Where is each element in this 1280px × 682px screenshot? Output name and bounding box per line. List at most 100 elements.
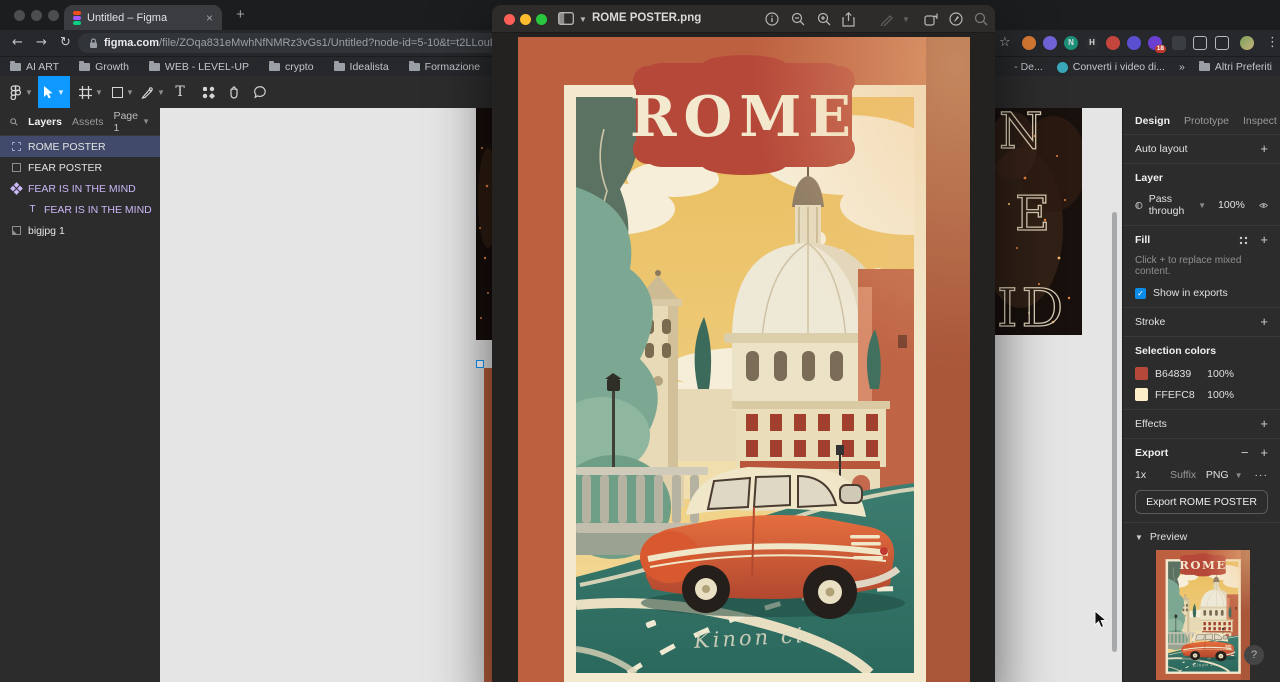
close-icon[interactable] <box>504 14 515 25</box>
tab-inspect[interactable]: Inspect <box>1243 115 1277 127</box>
canvas-scrollbar[interactable] <box>1112 212 1117 652</box>
add-effect-icon[interactable]: + <box>1260 419 1268 429</box>
bookmark-item[interactable]: Idealista <box>334 61 389 73</box>
add-stroke-icon[interactable]: + <box>1260 317 1268 327</box>
chevron-down-icon[interactable]: ▼ <box>579 15 587 24</box>
extension-key-icon[interactable] <box>1106 36 1120 50</box>
info-icon[interactable] <box>765 12 779 31</box>
rome-poster-image[interactable] <box>518 37 970 682</box>
side-panel-icon[interactable] <box>1215 36 1229 50</box>
selection-handle[interactable] <box>476 360 484 368</box>
extension-icon-2[interactable] <box>1043 36 1057 50</box>
bookmark-item[interactable]: crypto <box>269 61 314 73</box>
pen-tool-button[interactable]: ▼ <box>138 76 168 108</box>
blend-mode-icon[interactable] <box>1135 200 1143 211</box>
bookmark-item[interactable]: Growth <box>79 61 129 73</box>
bookmark-item[interactable]: AI ART <box>10 61 59 73</box>
color-hex[interactable]: B64839 <box>1155 368 1191 380</box>
layer-row-fear-poster[interactable]: FEAR POSTER <box>0 157 160 178</box>
bookmark-item[interactable]: Formazione <box>409 61 480 73</box>
shape-tool-button[interactable]: ▼ <box>108 76 138 108</box>
layer-row-bigjpg[interactable]: bigjpg 1 <box>0 220 160 241</box>
layer-row-text[interactable]: T FEAR IS IN THE MIND <box>0 199 160 220</box>
extensions-puzzle-icon[interactable] <box>1193 36 1207 50</box>
add-auto-layout-icon[interactable]: + <box>1260 144 1268 154</box>
help-button[interactable]: ? <box>1244 645 1264 665</box>
extension-badged-icon[interactable]: 18 <box>1148 36 1162 50</box>
remove-export-icon[interactable]: − <box>1241 448 1249 458</box>
export-scale[interactable]: 1x <box>1135 469 1146 481</box>
bookmark-item[interactable]: WEB - LEVEL-UP <box>149 61 249 73</box>
reload-icon[interactable]: ↻ <box>60 35 71 50</box>
minimize-icon[interactable] <box>520 14 531 25</box>
bookmark-item-converter[interactable]: Converti i video di... <box>1057 61 1165 73</box>
markup-toolbar-icon[interactable] <box>949 12 963 31</box>
tab-close-icon[interactable]: × <box>206 11 213 25</box>
new-tab-button[interactable]: + <box>236 6 245 23</box>
bookmark-star-icon[interactable]: ☆ <box>999 35 1011 50</box>
add-export-icon[interactable]: + <box>1260 448 1268 458</box>
tab-layers[interactable]: Layers <box>28 116 62 128</box>
color-swatch-cream[interactable] <box>1135 388 1148 401</box>
show-in-exports-checkbox[interactable]: ✓ <box>1135 288 1146 299</box>
export-preview-thumbnail[interactable] <box>1156 550 1250 680</box>
maximize-icon[interactable] <box>536 14 547 25</box>
text-tool-button[interactable]: T <box>168 76 192 108</box>
page-selector[interactable]: Page 1 ▼ <box>113 110 150 134</box>
selection-color-row[interactable]: FFEFC8 100% <box>1135 388 1268 401</box>
back-icon[interactable]: ← <box>12 35 23 50</box>
window-minimize-icon[interactable] <box>31 10 42 21</box>
color-hex[interactable]: FFEFC8 <box>1155 389 1195 401</box>
tab-design[interactable]: Design <box>1135 115 1170 127</box>
hand-tool-button[interactable] <box>222 76 246 108</box>
forward-icon[interactable]: → <box>36 35 47 50</box>
browser-tab[interactable]: Untitled – Figma × <box>64 5 222 30</box>
zoom-in-icon[interactable] <box>817 12 831 31</box>
color-opacity[interactable]: 100% <box>1207 368 1268 380</box>
resources-tool-button[interactable] <box>196 76 220 108</box>
sidebar-toggle-icon[interactable] <box>558 12 574 30</box>
tab-prototype[interactable]: Prototype <box>1184 115 1229 127</box>
extension-notion-icon[interactable]: N <box>1064 36 1078 50</box>
fear-poster-artwork[interactable]: N E ID <box>995 108 1082 335</box>
extension-h-icon[interactable]: H <box>1085 36 1099 50</box>
extension-icon-3[interactable] <box>1127 36 1141 50</box>
color-opacity[interactable]: 100% <box>1207 389 1268 401</box>
bookmark-item-partial[interactable]: - De... <box>1014 61 1043 73</box>
zoom-out-icon[interactable] <box>791 12 805 31</box>
share-icon[interactable] <box>842 12 855 32</box>
add-fill-icon[interactable]: + <box>1260 235 1268 245</box>
extension-icon-1[interactable] <box>1022 36 1036 50</box>
color-swatch-red[interactable] <box>1135 367 1148 380</box>
chevron-down-icon[interactable]: ▼ <box>1235 471 1243 480</box>
browser-menu-icon[interactable]: ⋮ <box>1266 35 1279 50</box>
caret-down-icon[interactable]: ▼ <box>1135 533 1143 542</box>
frame-tool-button[interactable]: ▼ <box>76 76 106 108</box>
bookmark-folder-altri[interactable]: Altri Preferiti <box>1199 61 1272 73</box>
move-tool-button[interactable]: ▼ <box>38 76 70 108</box>
visibility-eye-icon[interactable] <box>1259 201 1268 210</box>
search-icon[interactable] <box>10 117 18 127</box>
search-icon[interactable] <box>974 12 988 31</box>
profile-avatar[interactable] <box>1240 36 1254 50</box>
extension-icon-4[interactable] <box>1172 36 1186 50</box>
export-rome-poster-button[interactable]: Export ROME POSTER <box>1135 490 1268 514</box>
layer-opacity-value[interactable]: 100% <box>1218 199 1245 211</box>
fear-poster-left-sliver[interactable] <box>476 108 492 340</box>
window-zoom-icon[interactable] <box>48 10 59 21</box>
figma-menu-button[interactable]: ▼ <box>6 76 36 108</box>
chevron-down-icon[interactable]: ▼ <box>1198 201 1206 210</box>
tab-assets[interactable]: Assets <box>72 116 104 128</box>
export-suffix-input[interactable]: Suffix <box>1170 469 1200 481</box>
rotate-icon[interactable] <box>924 12 939 31</box>
styles-icon[interactable] <box>1239 236 1248 245</box>
rome-poster-canvas-sliver[interactable] <box>484 368 492 682</box>
export-format[interactable]: PNG <box>1206 469 1229 481</box>
selection-color-row[interactable]: B64839 100% <box>1135 367 1268 380</box>
blend-mode-value[interactable]: Pass through <box>1149 193 1192 217</box>
layer-row-component[interactable]: FEAR IS IN THE MIND <box>0 178 160 199</box>
layer-row-rome-poster[interactable]: ROME POSTER <box>0 136 160 157</box>
preview-titlebar[interactable]: ▼ ROME POSTER.png ▼ <box>492 5 995 33</box>
export-more-icon[interactable]: ··· <box>1255 469 1269 481</box>
window-close-icon[interactable] <box>14 10 25 21</box>
